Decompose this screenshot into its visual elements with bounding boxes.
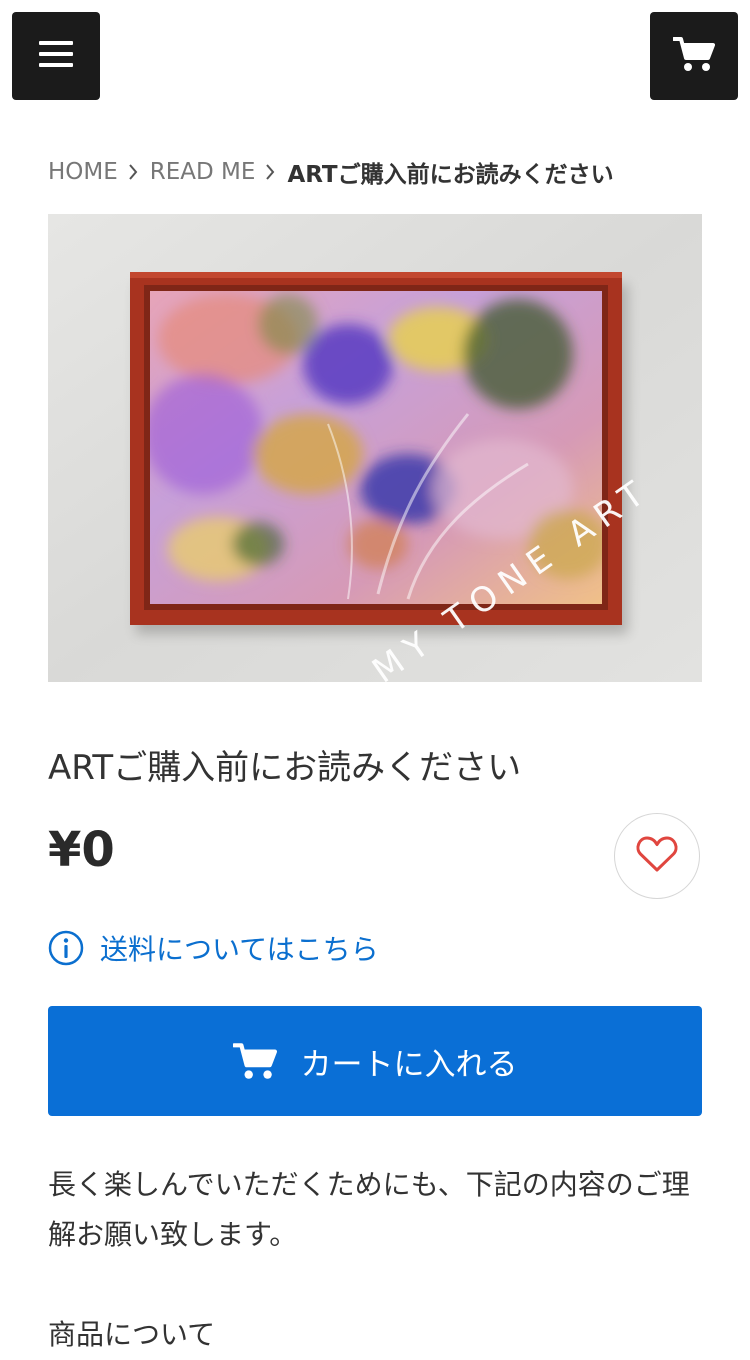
add-to-cart-label[interactable]: カートに入れる xyxy=(301,1039,518,1084)
menu-button[interactable] xyxy=(12,12,100,100)
product-description: 長く楽しんでいただくためにも、下記の内容のご理解お願い致します。 xyxy=(48,1168,690,1251)
product-image[interactable]: MY TONE ART xyxy=(48,214,702,682)
product-title: ARTご購入前にお読みください xyxy=(48,748,522,788)
chevron-right-icon xyxy=(128,164,138,180)
breadcrumb-current: ARTご購入前にお読みください xyxy=(287,162,614,188)
breadcrumb-read-me[interactable]: READ ME xyxy=(150,159,256,185)
cart-button[interactable] xyxy=(650,12,738,100)
cart-icon xyxy=(232,1042,277,1080)
chevron-right-icon xyxy=(265,164,275,180)
info-icon xyxy=(48,930,84,966)
favorite-button[interactable] xyxy=(614,813,700,899)
shipping-info-link[interactable]: 送料についてはこちら xyxy=(48,928,379,968)
section-heading: 商品について xyxy=(48,1318,216,1351)
breadcrumb-home[interactable]: HOME xyxy=(48,159,118,185)
cart-icon xyxy=(672,36,715,76)
breadcrumb: HOME READ ME ARTご購入前にお読みください xyxy=(48,150,614,194)
product-price: ¥0 xyxy=(48,822,115,878)
heart-icon xyxy=(636,835,678,877)
shipping-link-text[interactable]: 送料についてはこちら xyxy=(100,928,379,968)
hamburger-icon xyxy=(39,41,73,71)
add-to-cart-button[interactable]: カートに入れる xyxy=(48,1006,702,1116)
